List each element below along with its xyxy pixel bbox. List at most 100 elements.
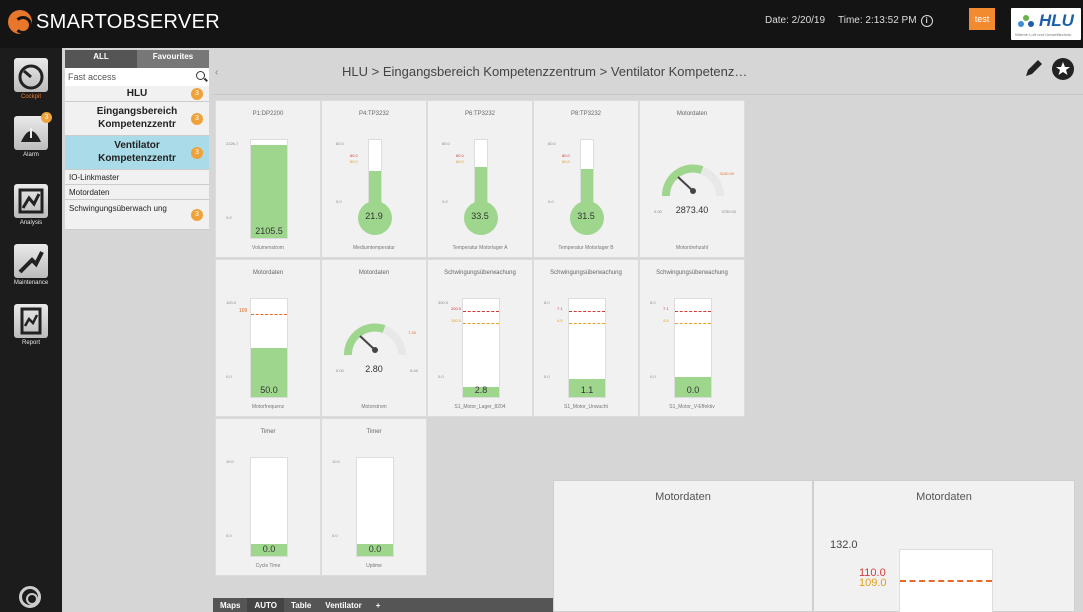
tree-node-label: Eingangsbereich Kompetenzzentr [96, 106, 178, 130]
star-icon[interactable] [1052, 58, 1074, 80]
tile-value: 33.5 [471, 211, 489, 221]
nav-analysis[interactable]: Analysis [0, 184, 62, 226]
tile-2[interactable]: P4:TP3232 Mediumtemperatur 80.0 0.0 80.0 60.0… [321, 100, 427, 258]
tab-favourites[interactable]: Favourites [137, 50, 209, 68]
tile-9[interactable]: Schwingungsüberwachung S1_Motor_Unwucht 8.… [533, 259, 639, 417]
test-button[interactable]: test [969, 8, 995, 30]
tile-limit-high-label: 80.0 [562, 153, 570, 158]
alarm-count-badge: 3 [41, 112, 52, 123]
gauge-dial [343, 323, 406, 356]
tile-limit-high-label: 80.0 [456, 153, 464, 158]
tile-title: P6:TP3232 [464, 111, 496, 117]
fast-access-placeholder: Fast access [68, 72, 117, 82]
smartobserver-logo-icon [8, 10, 32, 34]
collapse-arrow-icon[interactable]: ‹ [215, 67, 218, 78]
nav-report[interactable]: Report [0, 304, 62, 346]
tile-title: Schwingungsüberwachung [444, 270, 516, 276]
nav-label-maintenance: Maintenance [13, 280, 49, 286]
tile-title: P8:TP3232 [570, 111, 602, 117]
tab-table[interactable]: Table [284, 598, 318, 612]
tile-title: P4:TP3232 [358, 111, 390, 117]
tab-all[interactable]: ALL [65, 50, 137, 68]
nav-cockpit[interactable]: Cockpit [0, 58, 62, 100]
tree-leaf-io-linkmaster[interactable]: IO-Linkmaster [65, 170, 209, 185]
thermometer-tube [368, 139, 382, 209]
tile-bar: 0.0 [674, 298, 712, 398]
tree-leaf-label: Motordaten [69, 188, 110, 197]
tile-scale-max: 10.0 [332, 459, 340, 464]
app-logo[interactable]: SMARTOBSERVER [8, 10, 220, 34]
nav-maintenance[interactable]: Maintenance [0, 244, 62, 286]
tile-5[interactable]: Motordaten Motordrehzahl 0.00 3750.00 3100.0… [639, 100, 745, 258]
tile-value: 2873.40 [675, 205, 709, 215]
nav-alarm[interactable]: 3 Alarm [0, 112, 62, 158]
tile-scale-max: 80.0 [548, 141, 556, 146]
tile-limit-low [675, 323, 711, 324]
tile-limit-low-label: 60.0 [562, 159, 570, 164]
view-tabs: Maps AUTO Table Ventilator + [213, 598, 553, 612]
tile-10[interactable]: Schwingungsüberwachung S1_Motor_V-Effekti… [639, 259, 745, 417]
tile-scale-min: 0.0 [442, 199, 448, 204]
date-label: Date: 2/20/19 [765, 15, 826, 26]
tile-limit-label: 109 [239, 308, 248, 314]
tile-scale-max: 100.0 [226, 300, 237, 305]
tile-title: Motordaten [252, 270, 284, 276]
big-panel-title: Motordaten [655, 491, 711, 503]
tile-limit-high-label: 7.1 [663, 306, 669, 311]
tree-node-eingangsbereich[interactable]: Eingangsbereich Kompetenzzentr 3 [65, 102, 209, 136]
tree-leaf-schwingung[interactable]: Schwingungsüberwach ung 3 [65, 200, 209, 230]
tab-auto[interactable]: AUTO [247, 598, 284, 612]
tile-limit-high-label: 200.0 [451, 306, 462, 311]
tile-limit-low-label: 60.0 [350, 159, 358, 164]
hlu-logo: HLU Wärme·Luft·und·Umwelttechnik [1011, 8, 1081, 40]
tile-bar: 1.1 [568, 298, 606, 398]
tile-caption: Temperatur Motorlager B [558, 245, 614, 251]
big-panel-bar [899, 549, 993, 612]
tile-3[interactable]: P6:TP3232 Temperatur Motorlager A 80.0 0.0 8… [427, 100, 533, 258]
tree-node-badge: 3 [191, 146, 203, 159]
tile-caption: S1_Motor_Lager_8204 [454, 404, 506, 410]
nav-label-cockpit: Cockpit [20, 94, 41, 100]
pen-icon[interactable] [1022, 58, 1044, 80]
big-panel-limit-lo: 109.0 [859, 577, 887, 589]
tree-node-ventilator[interactable]: Ventilator Kompetenzzentr 3 [65, 136, 209, 170]
tile-4[interactable]: P8:TP3232 Temperatur Motorlager B 80.0 0.0 8… [533, 100, 639, 258]
tile-7[interactable]: Motordaten Motorstrom 0.00 8.40 7.40 2.80 [321, 259, 427, 417]
tile-scale-max: 80.0 [336, 141, 344, 146]
tree-leaf-motordaten[interactable]: Motordaten [65, 185, 209, 200]
tile-value: 31.5 [577, 211, 595, 221]
main-header: ‹ HLU > Eingangsbereich Kompetenzzentrum… [212, 48, 1083, 95]
tab-ventilator[interactable]: Ventilator [318, 598, 368, 612]
tile-scale-max: 300.0 [438, 300, 449, 305]
fast-access-input[interactable]: Fast access [65, 68, 209, 86]
tab-add[interactable]: + [369, 598, 388, 612]
info-icon[interactable]: i [920, 15, 933, 27]
tile-caption: Mediumtemperatur [353, 245, 395, 251]
tile-scale-min: 0.0 [336, 199, 342, 204]
tree-tabs: ALL Favourites [65, 50, 209, 68]
tile-title: Motordaten [358, 270, 390, 276]
hlu-mark-icon [1018, 15, 1034, 27]
search-icon[interactable] [196, 71, 205, 80]
big-panel-motordaten-1[interactable]: Motordaten [553, 480, 813, 612]
gauge-limit-high-label: 3100.00 [719, 171, 734, 176]
tile-scale-min: 0.0 [226, 374, 232, 379]
tile-11[interactable]: Timer Cycle Time 10.0 0.0 0.0 [215, 418, 321, 576]
tile-scale-max: 8.0 [650, 300, 656, 305]
tile-limit-low-label: 4.5 [557, 318, 563, 323]
tab-maps[interactable]: Maps [213, 598, 247, 612]
tile-bar: 0.0 [250, 457, 288, 557]
tile-6[interactable]: Motordaten Motorfrequenz 100.0 0.0 50.0 109 [215, 259, 321, 417]
gear-icon[interactable] [19, 586, 41, 608]
tile-value: 0.0 [262, 544, 276, 554]
tile-1[interactable]: P1:DP2200 Volumenstrom 2226.7 0.0 2105.5 [215, 100, 321, 258]
tile-8[interactable]: Schwingungsüberwachung S1_Motor_Lager_820… [427, 259, 533, 417]
tile-scale-min: 0.0 [332, 533, 338, 538]
tile-limit-high-label: 80.0 [350, 153, 358, 158]
tile-value: 2105.5 [255, 226, 283, 236]
tile-bar-fill [251, 144, 287, 238]
big-panel-motordaten-2[interactable]: Motordaten 132.0 110.0 109.0 [813, 480, 1075, 612]
analysis-icon [14, 184, 48, 218]
tile-12[interactable]: Timer Uptime 10.0 0.0 0.0 [321, 418, 427, 576]
tree-node-hlu[interactable]: HLU 3 [65, 86, 209, 102]
